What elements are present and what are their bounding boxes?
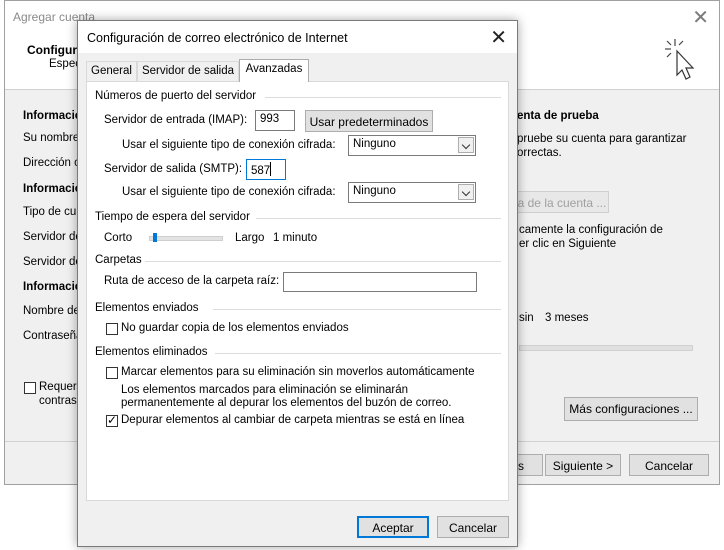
purge-items-checkbox[interactable] — [106, 413, 118, 427]
cancel-button[interactable]: Cancelar — [437, 516, 509, 538]
text-caret — [270, 162, 272, 176]
encryption-select-out[interactable]: Ninguno — [348, 182, 476, 203]
tab-advanced[interactable]: Avanzadas — [239, 59, 309, 82]
group-divider — [213, 309, 501, 310]
require-spa-checkbox[interactable] — [24, 382, 36, 394]
no-copy-label: No guardar copia de los elementos enviad… — [121, 322, 349, 334]
cancel-wizard-button[interactable]: Cancelar — [629, 454, 709, 476]
account-info-label: Informació — [23, 281, 82, 293]
account-info-label: Tipo de cu — [23, 206, 77, 218]
timeout-value: 1 minuto — [273, 232, 318, 244]
smtp-port-value: 587 — [251, 165, 271, 177]
tab-outgoing-server[interactable]: Servidor de salida — [137, 61, 239, 81]
timeout-slider-track[interactable] — [149, 236, 223, 241]
group-divider — [256, 218, 501, 219]
group-divider — [265, 97, 501, 98]
mark-for-deletion-label: Marcar elementos para su eliminación sin… — [121, 366, 475, 378]
chevron-down-icon[interactable] — [458, 184, 474, 200]
close-icon[interactable]: ✕ — [692, 5, 709, 30]
encryption-select-in-value: Ninguno — [353, 138, 396, 150]
purge-items-label: Depurar elementos al cambiar de carpeta … — [121, 414, 465, 426]
close-icon[interactable]: ✕ — [490, 25, 507, 50]
deletion-note-line-2: permanentemente al depurar los elementos… — [121, 397, 452, 409]
test-account-button[interactable]: a de la cuenta ... — [515, 191, 609, 213]
offline-slider-track[interactable] — [519, 345, 693, 351]
account-info-label: Servidor de — [23, 256, 82, 268]
auto-test-line-1: camente la configuración de — [519, 224, 663, 236]
offline-value-label: 3 meses — [545, 312, 589, 324]
timeout-long-label: Largo — [235, 232, 265, 244]
offline-sin-label: sin — [519, 312, 534, 324]
encryption-label-out: Usar el siguiente tipo de conexión cifra… — [122, 186, 336, 198]
encryption-label-in: Usar el siguiente tipo de conexión cifra… — [122, 139, 336, 151]
ports-group-label: Números de puerto del servidor — [95, 90, 257, 102]
account-info-label: Dirección c — [23, 157, 80, 169]
account-info-label: Contraseña — [23, 330, 83, 342]
dialog-titlebar: Configuración de correo electrónico de I… — [78, 21, 517, 53]
sent-group-label: Elementos enviados — [95, 302, 199, 314]
smtp-port-input[interactable]: 587 — [246, 159, 286, 180]
group-divider — [145, 261, 501, 262]
deleted-group-label: Elementos eliminados — [95, 346, 208, 358]
accept-button[interactable]: Aceptar — [357, 516, 429, 538]
no-copy-checkbox[interactable] — [106, 323, 118, 335]
require-label-2: contras — [39, 395, 77, 407]
timeout-slider-thumb[interactable] — [152, 233, 157, 242]
imap-label: Servidor de entrada (IMAP): — [104, 114, 248, 126]
encryption-select-out-value: Ninguno — [353, 185, 396, 197]
internet-email-settings-dialog: Configuración de correo electrónico de I… — [77, 20, 518, 547]
account-info-label: Informació — [23, 183, 82, 195]
account-info-label: Su nombre — [23, 132, 80, 144]
account-info-label: Nombre de — [23, 305, 80, 317]
cursor-sparkle-icon — [665, 39, 695, 80]
header-title: Configura — [27, 43, 84, 57]
dialog-title: Configuración de correo electrónico de I… — [87, 31, 348, 45]
account-info-label: Informació — [23, 110, 82, 122]
use-defaults-button[interactable]: Usar predeterminados — [305, 110, 433, 132]
folders-group-label: Carpetas — [95, 254, 142, 266]
account-info-label: Servidor de — [23, 231, 82, 243]
group-divider — [215, 353, 501, 354]
auto-test-line-2: er clic en Siguiente — [519, 238, 617, 250]
more-settings-button[interactable]: Más configuraciones ... — [564, 397, 698, 421]
require-label-1: Requeri — [39, 381, 80, 393]
deletion-note-line-1: Los elementos marcados para eliminación … — [121, 384, 409, 396]
chevron-down-icon[interactable] — [458, 137, 474, 153]
test-account-desc-1: pruebe su cuenta para garantizar — [517, 133, 687, 145]
encryption-select-in[interactable]: Ninguno — [348, 135, 476, 156]
test-account-title: enta de prueba — [517, 110, 599, 122]
timeout-short-label: Corto — [104, 232, 133, 244]
mark-for-deletion-checkbox[interactable] — [106, 367, 118, 379]
imap-port-input[interactable]: 993 — [255, 110, 295, 131]
smtp-label: Servidor de salida (SMTP): — [104, 163, 243, 175]
advanced-panel: Números de puerto del servidor Servidor … — [86, 81, 509, 501]
timeout-group-label: Tiempo de espera del servidor — [95, 211, 250, 223]
test-account-desc-2: orrectas. — [517, 147, 562, 159]
next-button[interactable]: Siguiente > — [545, 454, 621, 476]
tab-general[interactable]: General — [86, 61, 137, 81]
root-folder-label: Ruta de acceso de la carpeta raíz: — [104, 275, 280, 287]
root-folder-input[interactable] — [283, 272, 477, 292]
